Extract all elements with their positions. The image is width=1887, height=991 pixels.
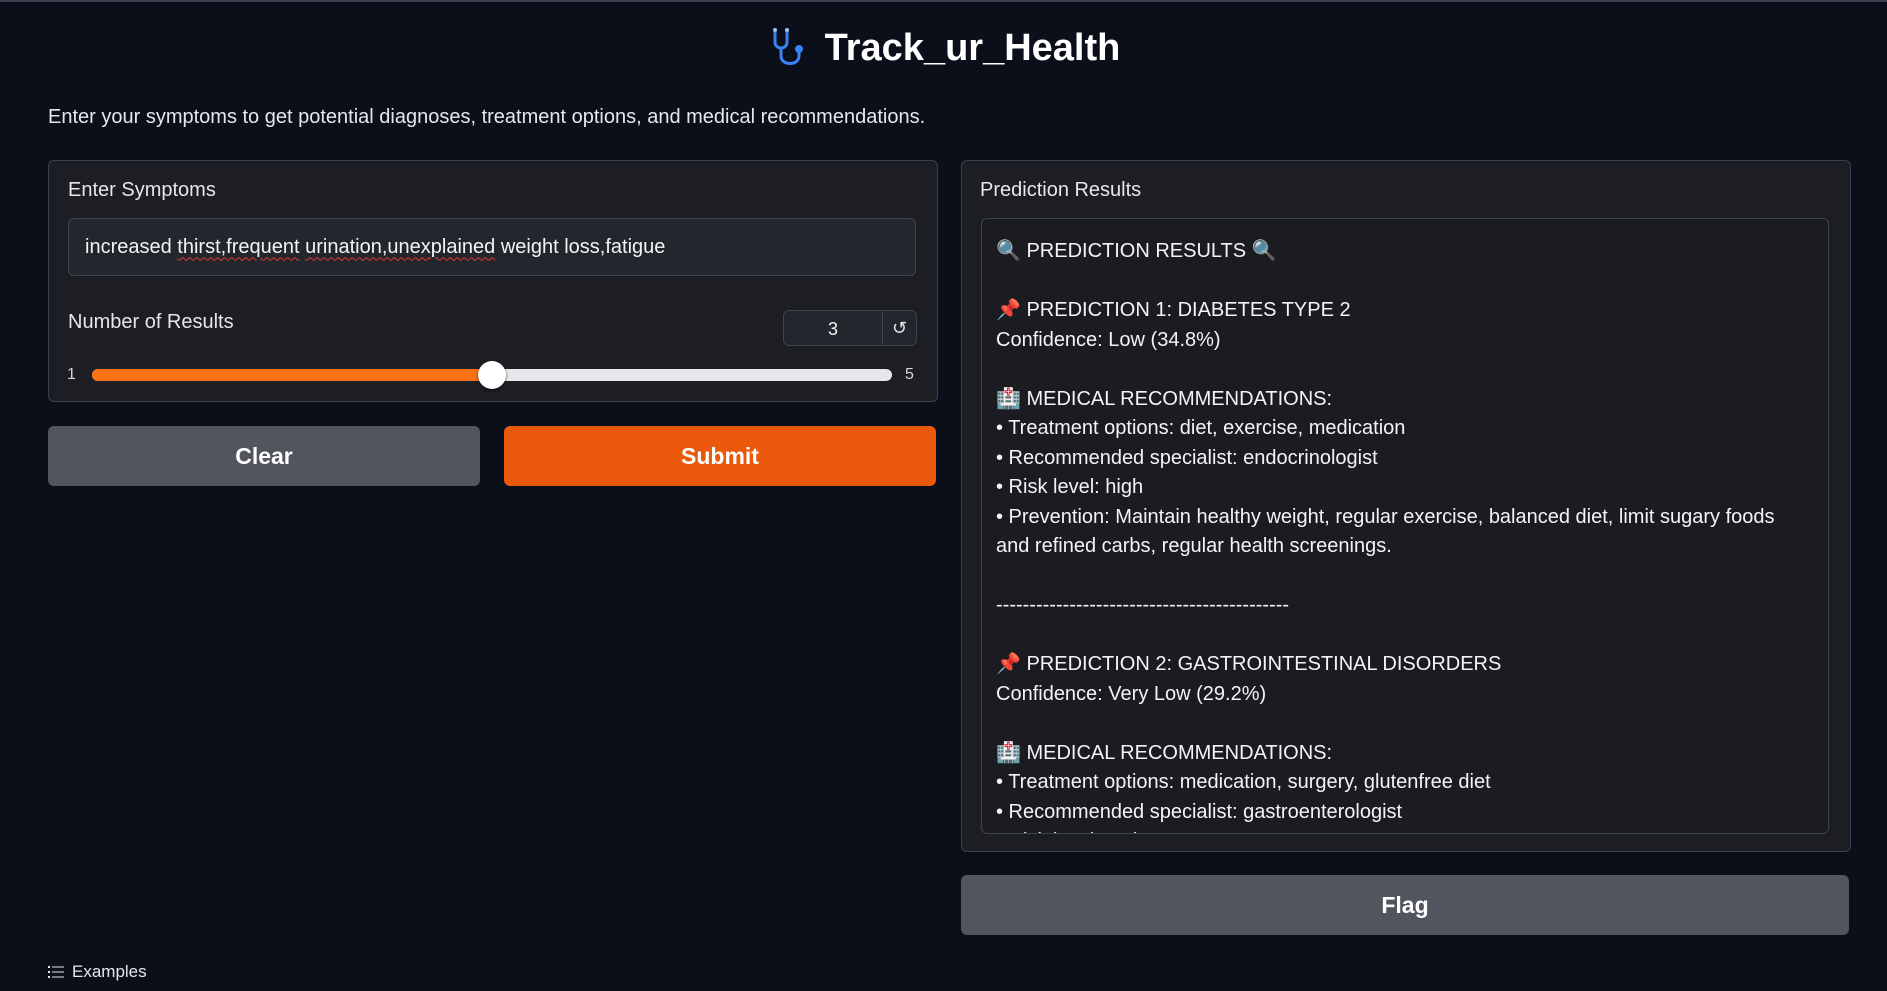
results-line: Confidence: Low (34.8%) (996, 328, 1221, 351)
results-line: • Recommended specialist: gastroenterolo… (996, 800, 1403, 823)
stethoscope-icon (772, 28, 803, 65)
results-text: 🔍 PREDICTION RESULTS 🔍 📌 PREDICTION 1: D… (982, 219, 1828, 833)
clear-button[interactable]: Clear (48, 426, 480, 486)
examples-label: Examples (72, 962, 147, 981)
results-line: 🏥 MEDICAL RECOMMENDATIONS: (996, 741, 1333, 764)
results-line: • Recommended specialist: endocrinologis… (996, 446, 1378, 469)
input-panel: Enter Symptoms increased thirst,frequent… (48, 160, 938, 402)
symptoms-text-part: weight loss,fatigue (495, 235, 666, 258)
results-line: • Prevention: Maintain healthy weight, r… (996, 505, 1775, 558)
results-panel: Prediction Results 🔍 PREDICTION RESULTS … (961, 160, 1851, 852)
top-border (0, 0, 1887, 2)
results-line: • Treatment options: diet, exercise, med… (996, 417, 1406, 439)
results-count-control: ↺ (783, 310, 917, 346)
results-label: Prediction Results (980, 179, 1142, 201)
results-line (996, 562, 1812, 592)
symptoms-text-misspelled: thirst,frequent (177, 235, 300, 258)
results-slider[interactable] (92, 361, 892, 389)
slider-fill (92, 369, 492, 381)
results-line (996, 709, 1812, 739)
results-line (996, 355, 1812, 385)
results-line (996, 267, 1812, 297)
results-line: 🏥 MEDICAL RECOMMENDATIONS: (996, 387, 1333, 410)
flag-button[interactable]: Flag (961, 875, 1849, 935)
symptoms-text-part: increased (85, 235, 178, 258)
results-line (996, 621, 1812, 651)
results-line: Confidence: Very Low (29.2%) (996, 682, 1267, 705)
page-title: Track_ur_Health (824, 26, 1121, 69)
results-line: 🔍 PREDICTION RESULTS 🔍 (996, 240, 1277, 262)
results-count-label: Number of Results (68, 311, 234, 333)
results-line: • Risk level: high (996, 476, 1144, 498)
results-count-input[interactable] (784, 311, 883, 345)
slider-min-label: 1 (67, 366, 76, 383)
app-description: Enter your symptoms to get potential dia… (48, 106, 926, 128)
results-output[interactable]: 🔍 PREDICTION RESULTS 🔍 📌 PREDICTION 1: D… (981, 218, 1829, 834)
symptoms-text-misspelled: urination,unexplained (305, 235, 496, 258)
symptoms-label: Enter Symptoms (68, 179, 216, 201)
results-line: 📌 PREDICTION 2: GASTROINTESTINAL DISORDE… (996, 653, 1502, 675)
results-line: 📌 PREDICTION 1: DIABETES TYPE 2 (996, 299, 1351, 321)
results-line: • Risk level: varies (996, 827, 1812, 833)
reset-icon[interactable]: ↺ (883, 311, 916, 345)
slider-max-label: 5 (905, 366, 914, 383)
symptoms-input[interactable]: increased thirst,frequent urination,unex… (68, 218, 916, 276)
slider-thumb[interactable] (478, 361, 506, 389)
examples-toggle[interactable]: Examples (48, 962, 147, 982)
list-icon (48, 966, 64, 978)
app-header: Track_ur_Health (0, 26, 1887, 70)
submit-button[interactable]: Submit (504, 426, 936, 486)
results-line: • Treatment options: medication, surgery… (996, 771, 1491, 793)
results-line: ----------------------------------------… (996, 594, 1290, 616)
app-page: Track_ur_Health Enter your symptoms to g… (0, 0, 1887, 991)
